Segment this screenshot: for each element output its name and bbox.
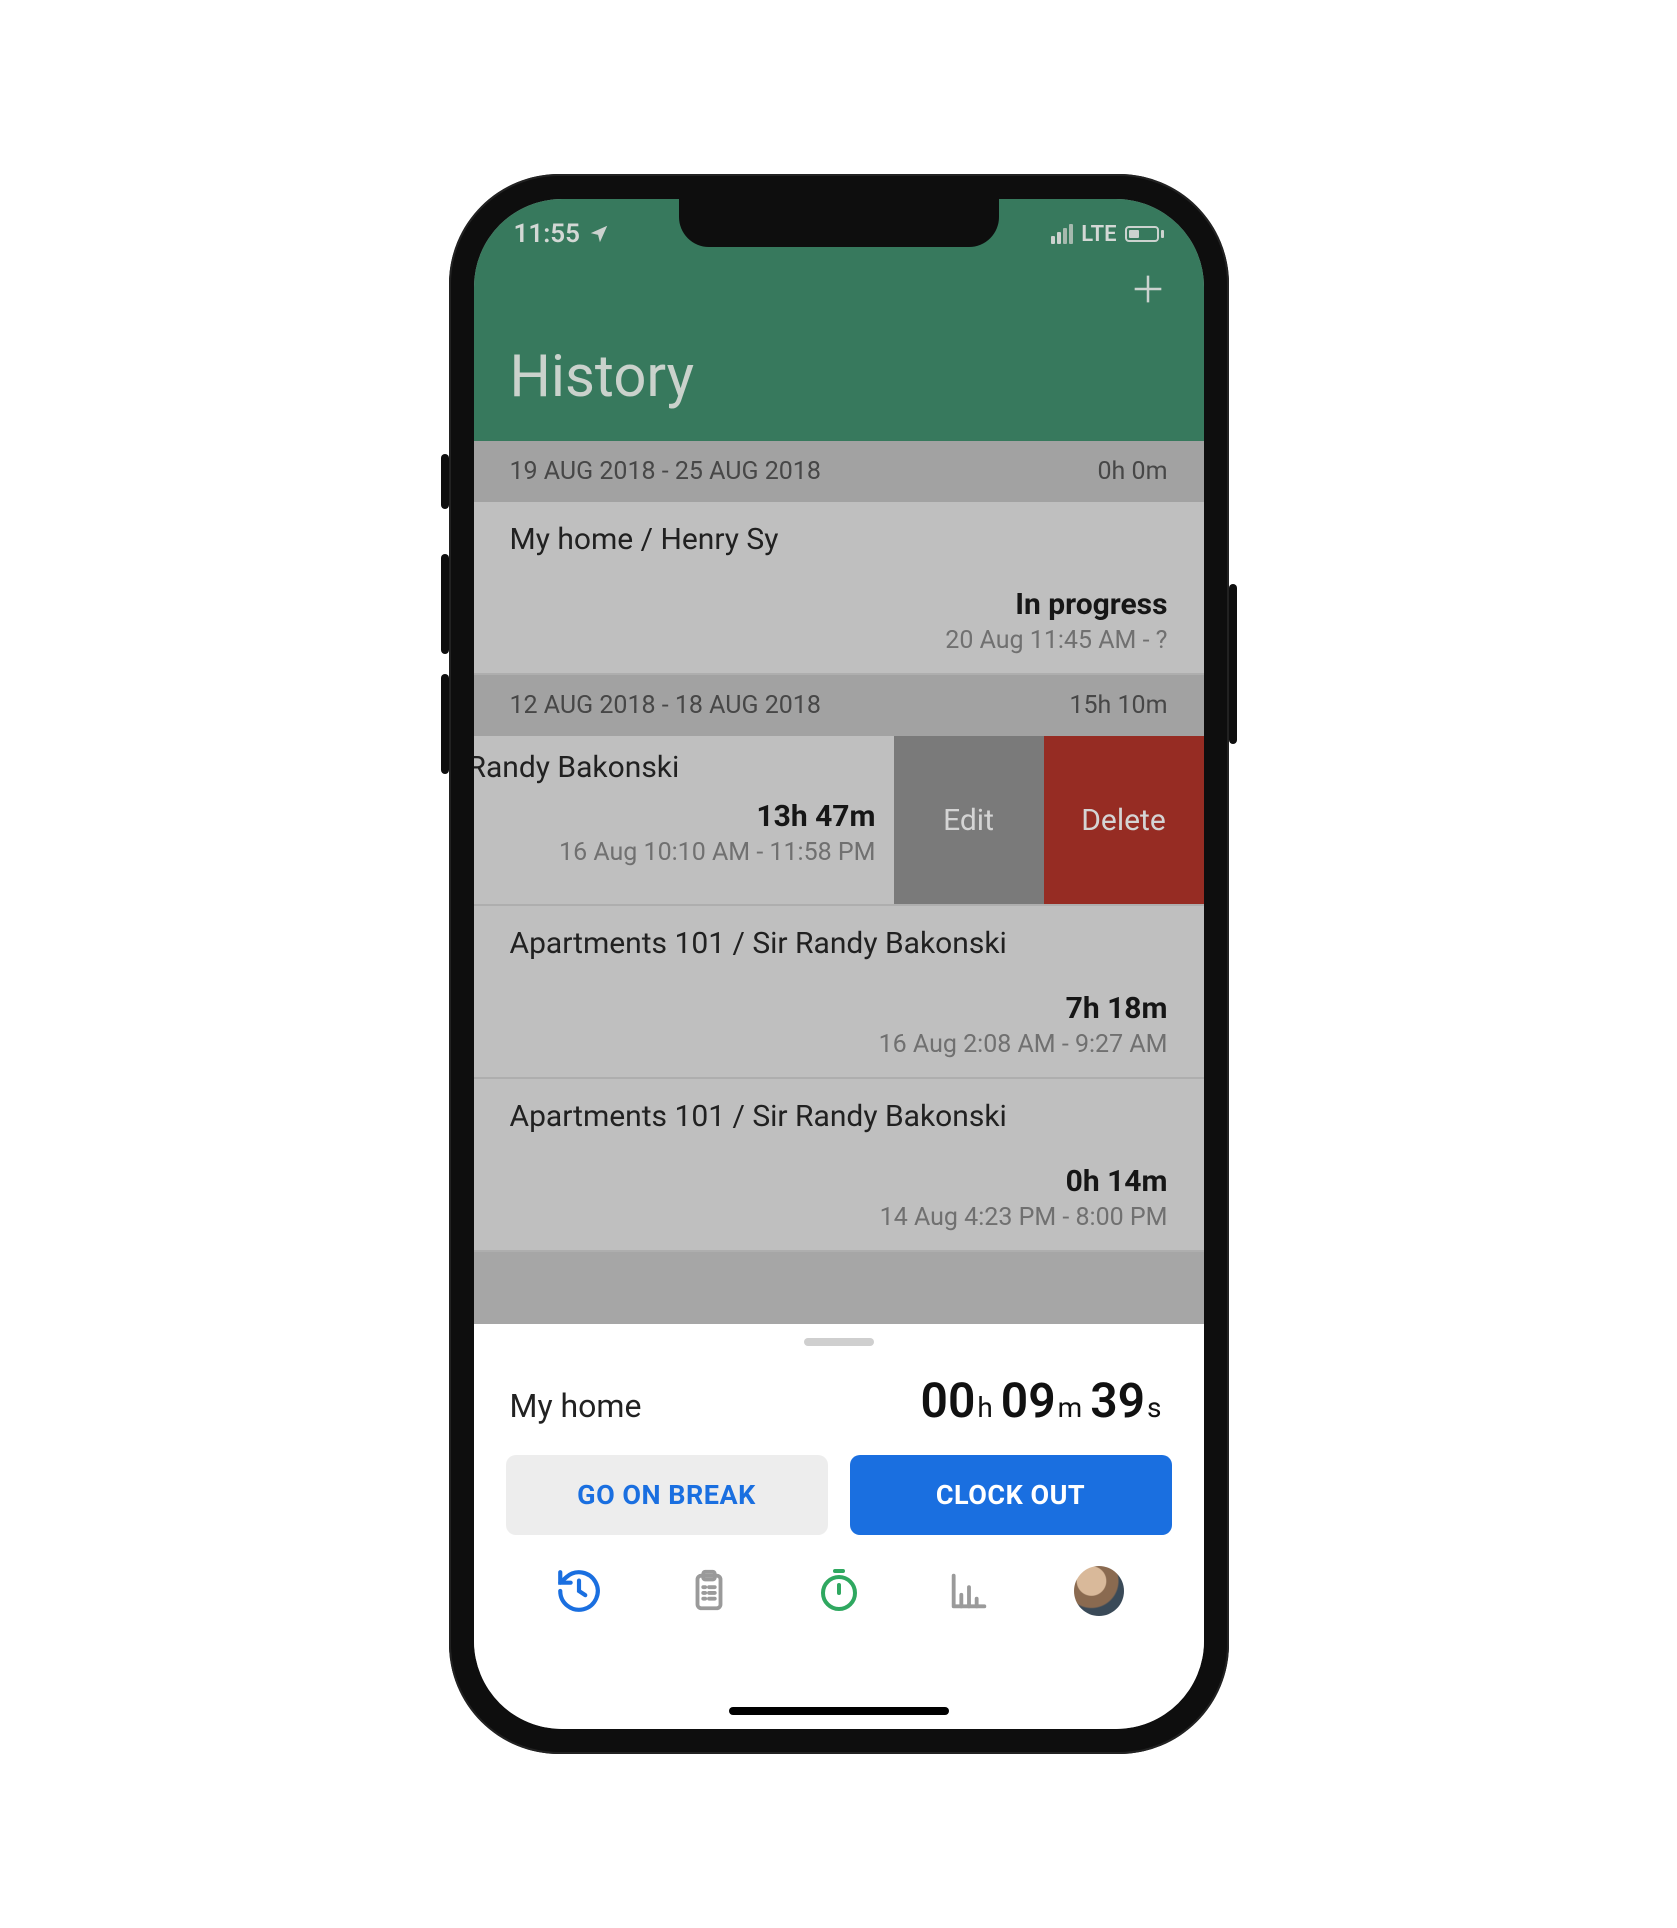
tab-profile[interactable] [1071,1563,1127,1619]
edit-button[interactable]: Edit [894,736,1044,904]
network-label: LTE [1081,222,1116,247]
page-title: History [474,313,1204,441]
delete-button[interactable]: Delete [1044,736,1204,904]
timer-seconds: 39 [1090,1372,1145,1429]
seconds-unit: s [1147,1391,1161,1424]
entry-time-range: 20 Aug 11:45 AM - ? [510,626,1168,655]
entry-status: In progress [510,587,1168,622]
add-button[interactable] [1128,269,1168,313]
entry-label: Apartments 101 / Sir Randy Bakonski [510,926,1168,961]
clipboard-icon [686,1568,732,1614]
entry-time-range: 14 Aug 4:23 PM - 8:00 PM [510,1203,1168,1232]
tab-history[interactable] [551,1563,607,1619]
timer-display: 00h 09m 39s [921,1372,1168,1429]
status-time: 11:55 [514,219,581,249]
week-total: 15h 10m [1069,691,1167,720]
clock-out-button[interactable]: CLOCK OUT [850,1455,1172,1535]
entry-duration: 7h 18m [510,991,1168,1026]
tab-reports[interactable] [941,1563,997,1619]
bar-chart-icon [946,1568,992,1614]
go-on-break-button[interactable]: GO ON BREAK [506,1455,828,1535]
entry-time-range: 16 Aug 2:08 AM - 9:27 AM [510,1030,1168,1059]
entry-label: Apartments 101 / Sir Randy Bakonski [510,1099,1168,1134]
history-entry-swiped[interactable]: Randy Bakonski 13h 47m 16 Aug 10:10 AM -… [474,736,1204,906]
volume-down-button [441,674,449,774]
tab-tasks[interactable] [681,1563,737,1619]
entry-duration: 0h 14m [510,1164,1168,1199]
hours-unit: h [977,1391,992,1424]
week-range: 19 AUG 2018 - 25 AUG 2018 [510,457,821,486]
battery-icon [1125,226,1164,242]
plus-icon [1128,269,1168,309]
entry-duration: 13h 47m [474,799,876,834]
history-icon [554,1566,604,1616]
week-range: 12 AUG 2018 - 18 AUG 2018 [510,691,821,720]
timer-hours: 00 [921,1372,976,1429]
home-indicator[interactable] [729,1707,949,1715]
stopwatch-icon [815,1567,863,1615]
location-arrow-icon [588,223,610,245]
entry-label: Randy Bakonski [474,750,876,785]
sheet-grabber[interactable] [804,1338,874,1346]
phone-frame: 11:55 LTE History 19 AUG 2018 - 25 AUG 2… [449,174,1229,1754]
tab-bar [502,1557,1176,1619]
tab-timer[interactable] [811,1563,867,1619]
avatar-icon [1074,1566,1124,1616]
current-location-label: My home [510,1387,642,1425]
screen: 11:55 LTE History 19 AUG 2018 - 25 AUG 2… [474,199,1204,1729]
timer-minutes: 09 [1001,1372,1056,1429]
power-button [1229,584,1237,744]
week-header: 19 AUG 2018 - 25 AUG 2018 0h 0m [474,441,1204,502]
timer-sheet: My home 00h 09m 39s GO ON BREAK CLOCK OU… [474,1324,1204,1729]
signal-icon [1051,224,1073,244]
week-total: 0h 0m [1098,457,1168,486]
week-header: 12 AUG 2018 - 18 AUG 2018 15h 10m [474,675,1204,736]
history-entry[interactable]: Apartments 101 / Sir Randy Bakonski 7h 1… [474,906,1204,1079]
entry-time-range: 16 Aug 10:10 AM - 11:58 PM [474,838,876,867]
volume-up-button [441,554,449,654]
history-entry[interactable]: Apartments 101 / Sir Randy Bakonski 0h 1… [474,1079,1204,1252]
entry-label: My home / Henry Sy [510,522,1168,557]
history-entry[interactable]: My home / Henry Sy In progress 20 Aug 11… [474,502,1204,675]
minutes-unit: m [1058,1391,1083,1424]
notch [679,199,999,247]
volume-mute-switch [441,454,449,509]
